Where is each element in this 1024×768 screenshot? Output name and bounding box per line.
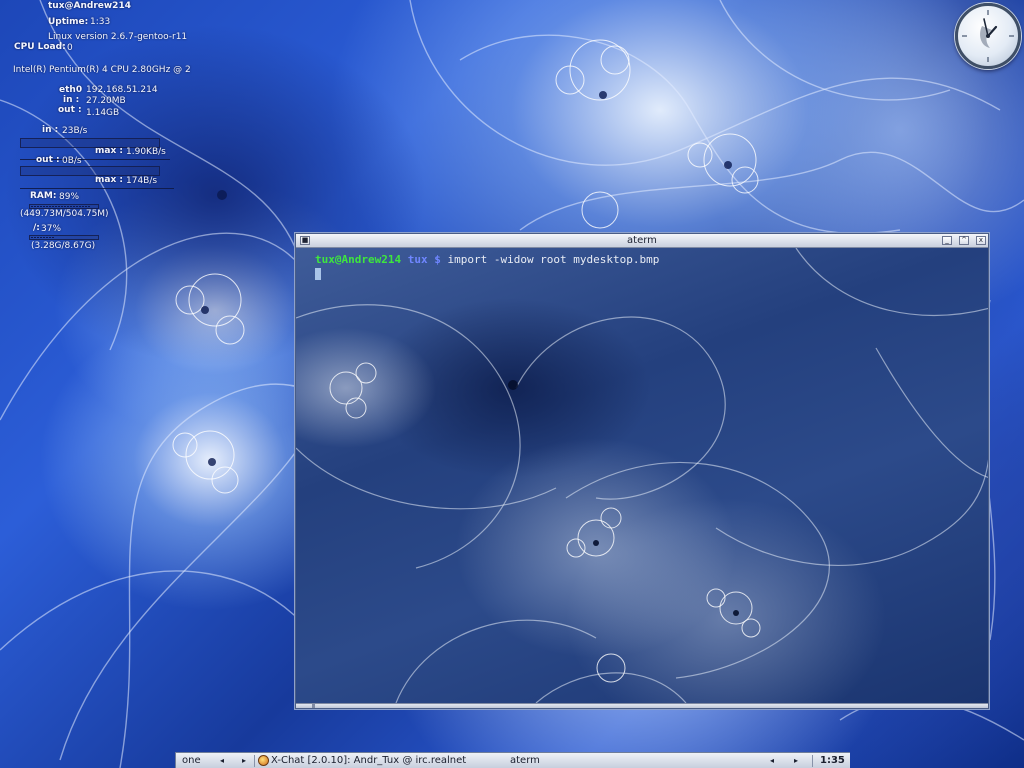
rate-out-label: out : (36, 155, 60, 165)
maximize-button[interactable]: ^ (959, 236, 969, 245)
resize-grip[interactable] (312, 704, 315, 708)
close-button[interactable]: x (976, 236, 986, 245)
disk-label: /: (33, 223, 40, 233)
taskbar-clock[interactable]: 1:35 (820, 754, 845, 768)
rate-out-max-label: max : (95, 175, 123, 185)
interface-label: eth0 (59, 85, 83, 95)
clock-face-icon (962, 10, 1014, 62)
workspace-name[interactable]: one (182, 754, 201, 768)
task-xchat[interactable]: X-Chat [2.0.10]: Andr_Tux @ irc.realnet (271, 754, 466, 768)
analog-clock[interactable] (955, 3, 1021, 69)
ram-percent: 89% (59, 192, 80, 202)
rate-in-value: 23B/s (62, 126, 88, 136)
window-title: aterm (627, 235, 657, 246)
rate-in-label: in : (42, 125, 59, 135)
minimize-button[interactable]: _ (942, 236, 952, 245)
taskbar: one ◂ ▸ X-Chat [2.0.10]: Andr_Tux @ irc.… (175, 752, 850, 768)
window-menu-button[interactable]: ■ (300, 236, 310, 245)
disk-meter (29, 235, 99, 240)
taskbar-separator (254, 755, 255, 767)
total-out-label: out : (58, 105, 82, 115)
kernel-version: Linux version 2.6.7-gentoo-r11 (48, 32, 188, 42)
prompt-cwd: tux (407, 253, 428, 266)
terminal-bottom-border[interactable] (296, 703, 988, 708)
rate-out-max-value: 174B/s (126, 176, 158, 186)
prev-task-icon[interactable]: ◂ (770, 754, 774, 768)
cpu-model: Intel(R) Pentium(R) 4 CPU 2.80GHz @ 2 (13, 65, 191, 75)
next-workspace-icon[interactable]: ▸ (242, 754, 246, 768)
terminal-titlebar[interactable]: ■ aterm _ ^ x (296, 234, 988, 248)
disk-percent: 37% (41, 224, 62, 234)
disk-detail: (3.28G/8.67G) (31, 241, 96, 251)
cpu-load-label: CPU Load: (14, 42, 66, 52)
ram-label: RAM: (30, 191, 57, 201)
prev-workspace-icon[interactable]: ◂ (220, 754, 224, 768)
user-host-label: tux@Andrew214 (48, 1, 131, 11)
terminal-body[interactable]: tux@Andrew214 tux $ import -widow root m… (296, 248, 988, 703)
total-in-label: in : (63, 95, 80, 105)
uptime-value: 1:33 (90, 17, 111, 27)
total-in-value: 27.20MB (86, 96, 126, 106)
total-out-value: 1.14GB (86, 108, 120, 118)
cpu-load-value: 0 (67, 43, 73, 53)
rate-in-max-value: 1.90KB/s (126, 147, 166, 157)
text-cursor (315, 268, 321, 280)
interface-ip: 192.168.51.214 (86, 85, 158, 95)
ram-detail: (449.73M/504.75M) (20, 209, 109, 219)
taskbar-separator (812, 755, 813, 767)
divider (20, 188, 174, 189)
xchat-icon (258, 755, 269, 766)
command-text: import -widow root mydesktop.bmp (447, 253, 660, 266)
upload-graph (20, 166, 160, 176)
terminal-window[interactable]: ■ aterm _ ^ x tux@Andrew214 tux $ import… (295, 233, 989, 709)
uptime-label: Uptime: (48, 17, 89, 27)
task-aterm[interactable]: aterm (510, 754, 540, 768)
next-task-icon[interactable]: ▸ (794, 754, 798, 768)
rate-out-value: 0B/s (62, 156, 82, 166)
shell-prompt-line[interactable]: tux@Andrew214 tux $ import -widow root m… (315, 253, 659, 266)
system-monitor: tux@Andrew214 Uptime: 1:33 Linux version… (0, 0, 210, 260)
prompt-symbol: $ (434, 253, 441, 266)
terminal-background-pattern (296, 248, 988, 703)
rate-in-max-label: max : (95, 146, 123, 156)
prompt-user-host: tux@Andrew214 (315, 253, 402, 266)
